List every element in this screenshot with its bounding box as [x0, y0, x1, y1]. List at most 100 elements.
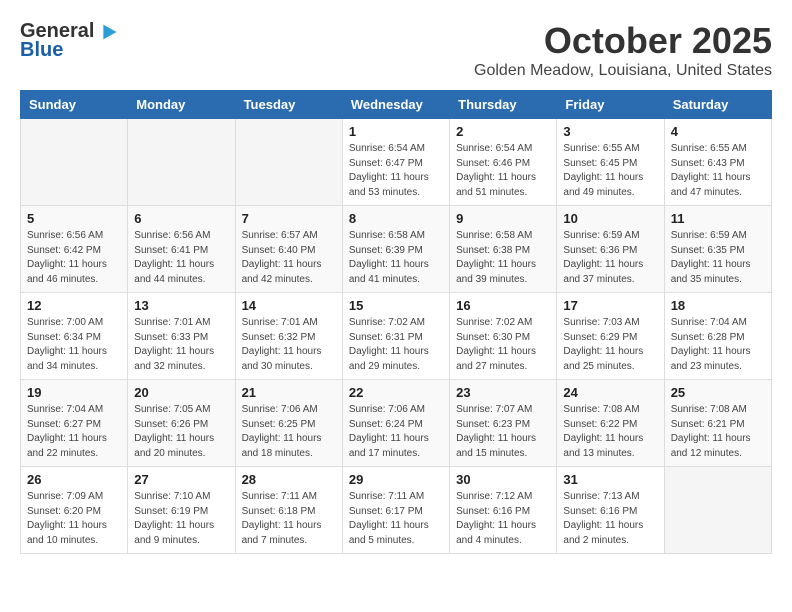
- day-info: Sunrise: 7:12 AM Sunset: 6:16 PM Dayligh…: [456, 490, 550, 548]
- calendar-cell: 20 Sunrise: 7:05 AM Sunset: 6:26 PM Dayli…: [128, 380, 235, 467]
- logo-arrow-icon: [96, 21, 118, 43]
- day-info: Sunrise: 7:11 AM Sunset: 6:17 PM Dayligh…: [349, 490, 443, 548]
- calendar-cell: 9 Sunrise: 6:58 AM Sunset: 6:38 PM Daylig…: [450, 206, 557, 293]
- page-header: General Blue October 2025 Golden Meadow,…: [20, 20, 772, 80]
- calendar-cell: 7 Sunrise: 6:57 AM Sunset: 6:40 PM Daylig…: [235, 206, 342, 293]
- day-info: Sunrise: 6:55 AM Sunset: 6:45 PM Dayligh…: [563, 142, 657, 200]
- calendar-cell: 6Sunrise: 6:56 AM Sunset: 6:41 PM Daylig…: [128, 206, 235, 293]
- calendar-cell: 25 Sunrise: 7:08 AM Sunset: 6:21 PM Dayli…: [664, 380, 771, 467]
- day-number: 29: [349, 472, 443, 487]
- month-title: October 2025: [474, 20, 772, 62]
- day-number: 26: [27, 472, 121, 487]
- day-of-week-thursday: Thursday: [450, 91, 557, 119]
- day-info: Sunrise: 7:11 AM Sunset: 6:18 PM Dayligh…: [242, 490, 336, 548]
- day-info: Sunrise: 7:00 AM Sunset: 6:34 PM Dayligh…: [27, 316, 121, 374]
- calendar-cell: 8 Sunrise: 6:58 AM Sunset: 6:39 PM Daylig…: [342, 206, 449, 293]
- day-info: Sunrise: 6:54 AM Sunset: 6:46 PM Dayligh…: [456, 142, 550, 200]
- day-of-week-wednesday: Wednesday: [342, 91, 449, 119]
- day-info: Sunrise: 6:58 AM Sunset: 6:38 PM Dayligh…: [456, 229, 550, 287]
- calendar-week-2: 5 Sunrise: 6:56 AM Sunset: 6:42 PM Daylig…: [21, 206, 772, 293]
- day-info: Sunrise: 7:07 AM Sunset: 6:23 PM Dayligh…: [456, 403, 550, 461]
- calendar-cell: 27 Sunrise: 7:10 AM Sunset: 6:19 PM Dayli…: [128, 467, 235, 554]
- day-info: Sunrise: 7:03 AM Sunset: 6:29 PM Dayligh…: [563, 316, 657, 374]
- calendar-cell: [664, 467, 771, 554]
- day-info: Sunrise: 7:02 AM Sunset: 6:30 PM Dayligh…: [456, 316, 550, 374]
- day-of-week-friday: Friday: [557, 91, 664, 119]
- calendar-cell: 29 Sunrise: 7:11 AM Sunset: 6:17 PM Dayli…: [342, 467, 449, 554]
- day-number: 13: [134, 298, 228, 313]
- logo: General Blue: [20, 20, 118, 62]
- calendar-cell: 15Sunrise: 7:02 AM Sunset: 6:31 PM Dayli…: [342, 293, 449, 380]
- day-number: 23: [456, 385, 550, 400]
- location: Golden Meadow, Louisiana, United States: [474, 62, 772, 80]
- calendar-cell: [128, 119, 235, 206]
- day-info: Sunrise: 7:06 AM Sunset: 6:24 PM Dayligh…: [349, 403, 443, 461]
- calendar-cell: [235, 119, 342, 206]
- day-info: Sunrise: 6:59 AM Sunset: 6:35 PM Dayligh…: [671, 229, 765, 287]
- calendar-table: SundayMondayTuesdayWednesdayThursdayFrid…: [20, 90, 772, 554]
- day-info: Sunrise: 6:54 AM Sunset: 6:47 PM Dayligh…: [349, 142, 443, 200]
- day-info: Sunrise: 7:01 AM Sunset: 6:32 PM Dayligh…: [242, 316, 336, 374]
- day-number: 8: [349, 211, 443, 226]
- calendar-cell: 1Sunrise: 6:54 AM Sunset: 6:47 PM Daylig…: [342, 119, 449, 206]
- day-info: Sunrise: 6:57 AM Sunset: 6:40 PM Dayligh…: [242, 229, 336, 287]
- calendar-cell: 19Sunrise: 7:04 AM Sunset: 6:27 PM Dayli…: [21, 380, 128, 467]
- calendar-cell: 28 Sunrise: 7:11 AM Sunset: 6:18 PM Dayli…: [235, 467, 342, 554]
- day-info: Sunrise: 7:08 AM Sunset: 6:22 PM Dayligh…: [563, 403, 657, 461]
- day-of-week-tuesday: Tuesday: [235, 91, 342, 119]
- day-info: Sunrise: 7:04 AM Sunset: 6:27 PM Dayligh…: [27, 403, 121, 461]
- day-number: 30: [456, 472, 550, 487]
- day-number: 14: [242, 298, 336, 313]
- day-number: 7: [242, 211, 336, 226]
- day-info: Sunrise: 6:58 AM Sunset: 6:39 PM Dayligh…: [349, 229, 443, 287]
- calendar-cell: 2Sunrise: 6:54 AM Sunset: 6:46 PM Daylig…: [450, 119, 557, 206]
- day-of-week-monday: Monday: [128, 91, 235, 119]
- day-info: Sunrise: 7:09 AM Sunset: 6:20 PM Dayligh…: [27, 490, 121, 548]
- day-number: 21: [242, 385, 336, 400]
- calendar-cell: [21, 119, 128, 206]
- day-info: Sunrise: 7:05 AM Sunset: 6:26 PM Dayligh…: [134, 403, 228, 461]
- calendar-week-5: 26 Sunrise: 7:09 AM Sunset: 6:20 PM Dayli…: [21, 467, 772, 554]
- logo-blue-text: Blue: [20, 39, 63, 62]
- calendar-cell: 10 Sunrise: 6:59 AM Sunset: 6:36 PM Dayli…: [557, 206, 664, 293]
- day-info: Sunrise: 7:13 AM Sunset: 6:16 PM Dayligh…: [563, 490, 657, 548]
- calendar-cell: 3 Sunrise: 6:55 AM Sunset: 6:45 PM Daylig…: [557, 119, 664, 206]
- day-info: Sunrise: 6:59 AM Sunset: 6:36 PM Dayligh…: [563, 229, 657, 287]
- day-number: 10: [563, 211, 657, 226]
- calendar-cell: 13 Sunrise: 7:01 AM Sunset: 6:33 PM Dayli…: [128, 293, 235, 380]
- calendar-cell: 23 Sunrise: 7:07 AM Sunset: 6:23 PM Dayli…: [450, 380, 557, 467]
- day-number: 27: [134, 472, 228, 487]
- day-of-week-saturday: Saturday: [664, 91, 771, 119]
- day-number: 28: [242, 472, 336, 487]
- day-number: 9: [456, 211, 550, 226]
- day-number: 6: [134, 211, 228, 226]
- day-number: 18: [671, 298, 765, 313]
- calendar-cell: 22 Sunrise: 7:06 AM Sunset: 6:24 PM Dayli…: [342, 380, 449, 467]
- calendar-week-1: 1Sunrise: 6:54 AM Sunset: 6:47 PM Daylig…: [21, 119, 772, 206]
- calendar-week-4: 19Sunrise: 7:04 AM Sunset: 6:27 PM Dayli…: [21, 380, 772, 467]
- calendar-cell: 5 Sunrise: 6:56 AM Sunset: 6:42 PM Daylig…: [21, 206, 128, 293]
- calendar-cell: 24Sunrise: 7:08 AM Sunset: 6:22 PM Dayli…: [557, 380, 664, 467]
- day-number: 11: [671, 211, 765, 226]
- day-info: Sunrise: 7:01 AM Sunset: 6:33 PM Dayligh…: [134, 316, 228, 374]
- day-info: Sunrise: 6:56 AM Sunset: 6:42 PM Dayligh…: [27, 229, 121, 287]
- calendar-week-3: 12 Sunrise: 7:00 AM Sunset: 6:34 PM Dayli…: [21, 293, 772, 380]
- day-info: Sunrise: 7:06 AM Sunset: 6:25 PM Dayligh…: [242, 403, 336, 461]
- calendar-cell: 11 Sunrise: 6:59 AM Sunset: 6:35 PM Dayli…: [664, 206, 771, 293]
- day-number: 20: [134, 385, 228, 400]
- calendar-cell: 18 Sunrise: 7:04 AM Sunset: 6:28 PM Dayli…: [664, 293, 771, 380]
- day-number: 25: [671, 385, 765, 400]
- calendar-cell: 16Sunrise: 7:02 AM Sunset: 6:30 PM Dayli…: [450, 293, 557, 380]
- day-number: 12: [27, 298, 121, 313]
- day-info: Sunrise: 7:10 AM Sunset: 6:19 PM Dayligh…: [134, 490, 228, 548]
- day-info: Sunrise: 7:04 AM Sunset: 6:28 PM Dayligh…: [671, 316, 765, 374]
- calendar-header-row: SundayMondayTuesdayWednesdayThursdayFrid…: [21, 91, 772, 119]
- day-info: Sunrise: 7:08 AM Sunset: 6:21 PM Dayligh…: [671, 403, 765, 461]
- day-of-week-sunday: Sunday: [21, 91, 128, 119]
- calendar-cell: 17 Sunrise: 7:03 AM Sunset: 6:29 PM Dayli…: [557, 293, 664, 380]
- day-number: 17: [563, 298, 657, 313]
- day-number: 22: [349, 385, 443, 400]
- day-number: 3: [563, 124, 657, 139]
- day-number: 5: [27, 211, 121, 226]
- day-number: 31: [563, 472, 657, 487]
